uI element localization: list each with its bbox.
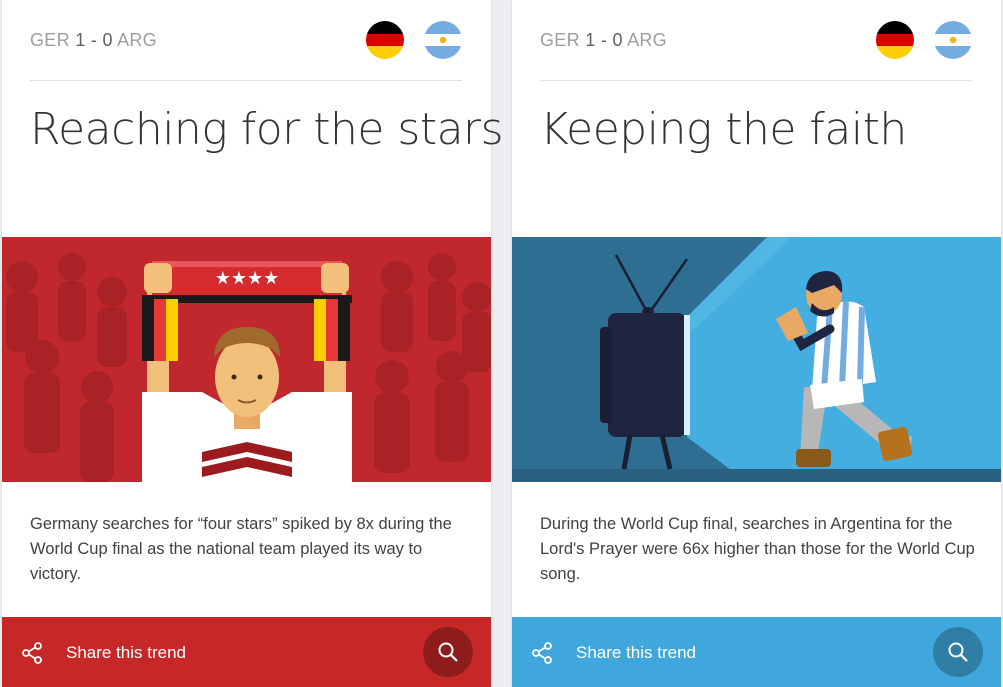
four-stars-text: ★★★★ <box>215 268 280 289</box>
illustration-praying-fan-tv <box>512 237 1001 482</box>
home-team-label: GER <box>30 30 70 50</box>
away-team-label: ARG <box>117 30 157 50</box>
germany-flag-icon <box>876 21 914 59</box>
match-score: GER 1 - 0 ARG <box>540 30 667 51</box>
score-separator: - <box>595 30 613 50</box>
argentina-flag-icon <box>934 21 972 59</box>
card-description: During the World Cup final, searches in … <box>540 515 975 583</box>
header-divider <box>540 80 972 81</box>
search-button[interactable] <box>423 627 473 677</box>
share-icon[interactable] <box>530 641 554 665</box>
search-button[interactable] <box>933 627 983 677</box>
search-icon <box>948 642 968 662</box>
away-goals: 0 <box>612 30 623 50</box>
match-score: GER 1 - 0 ARG <box>30 30 157 51</box>
illustration-fan-with-scarf: ★★★★ <box>2 237 491 482</box>
score-separator: - <box>85 30 103 50</box>
away-team-label: ARG <box>627 30 667 50</box>
away-goals: 0 <box>102 30 113 50</box>
germany-flag-icon <box>366 21 404 59</box>
argentina-flag-icon <box>424 21 462 59</box>
card-description: Germany searches for “four stars” spiked… <box>30 515 452 583</box>
search-icon <box>438 642 458 662</box>
share-trend-button[interactable]: Share this trend <box>66 643 186 663</box>
card-title: Reaching for the stars <box>30 104 504 155</box>
card-footer: Share this trend <box>512 617 1001 687</box>
trend-card-germany: GER 1 - 0 ARG Reaching for the stars ★★★… <box>2 0 504 687</box>
card-title: Keeping the faith <box>540 104 907 155</box>
card-footer: Share this trend <box>2 617 491 687</box>
share-trend-button[interactable]: Share this trend <box>576 643 696 663</box>
home-team-label: GER <box>540 30 580 50</box>
home-goals: 1 <box>75 30 86 50</box>
header-divider <box>30 80 462 81</box>
share-icon[interactable] <box>20 641 44 665</box>
trend-card-argentina: GER 1 - 0 ARG Keeping the faith During t… <box>512 0 1001 687</box>
home-goals: 1 <box>585 30 596 50</box>
